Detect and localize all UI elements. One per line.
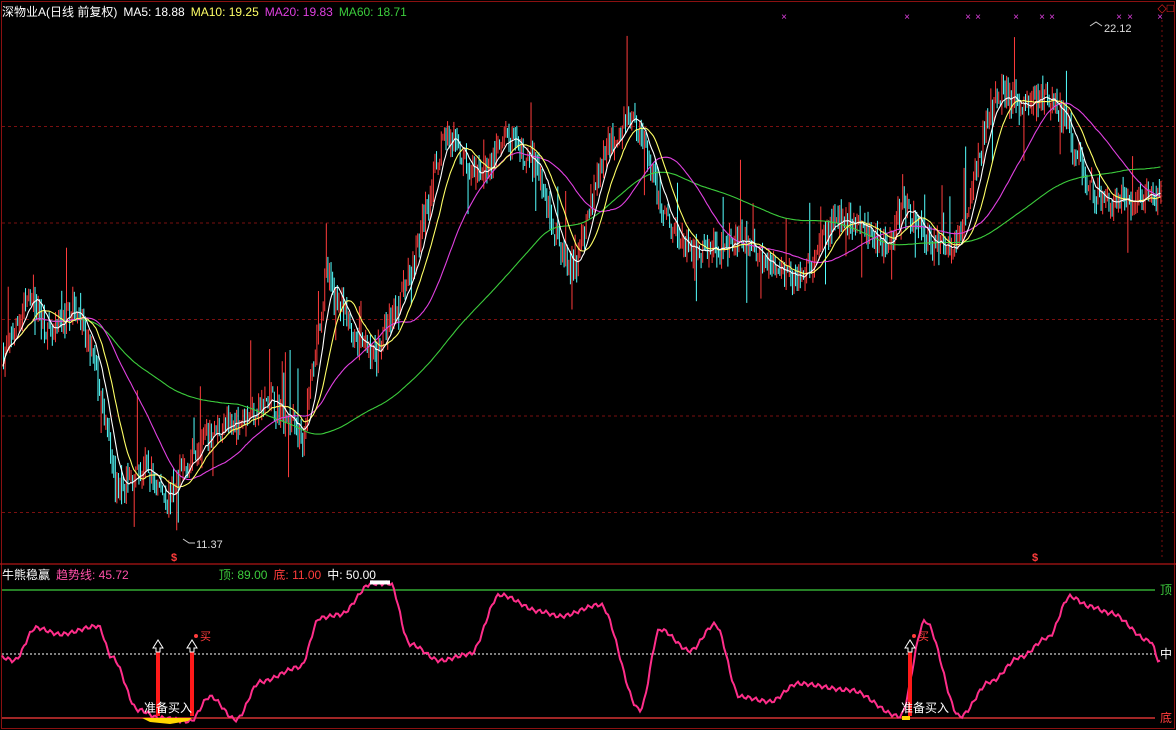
top-x-marker: × (1116, 12, 1122, 23)
high-label: 22.12 (1104, 23, 1132, 35)
moving-averages (2, 96, 1161, 496)
buy-label: 买 (200, 630, 211, 643)
top-x-marker: × (1013, 12, 1019, 23)
up-arrow-icon (904, 639, 916, 653)
ma5-label: MA5: 18.88 (123, 5, 185, 19)
top-x-marker: × (781, 12, 787, 23)
ma20-label: MA20: 19.83 (264, 5, 333, 19)
high-pointer (1089, 21, 1103, 27)
prepare-buy-label: 准备买入 (144, 701, 192, 715)
level-label: 顶 (1160, 583, 1172, 597)
outer-border (1, 1, 1175, 729)
window-controls-icon[interactable]: ◇□ (1158, 1, 1174, 15)
indicator-name: 牛熊稳赢 (2, 568, 51, 582)
ma60-label: MA60: 18.71 (338, 5, 407, 19)
price-header: 深物业A(日线 前复权) MA5: 18.88 MA10: 19.25 MA20: 1… (2, 3, 413, 20)
ma20-line (2, 102, 1161, 481)
candles (3, 35, 1162, 531)
top-x-marker: × (904, 12, 910, 23)
bottom-zone-fill (142, 718, 192, 724)
top-x-marker: × (965, 12, 971, 23)
level-label: 中 (1160, 646, 1172, 661)
buy-dot-icon (912, 634, 916, 638)
indicator-header: 牛熊稳赢 趋势线: 45.72 顶: 89.00 底: 11.00 中: 50.00 (2, 566, 382, 583)
top-x-marker: × (1127, 12, 1133, 23)
prepare-buy-label: 准备买入 (901, 701, 949, 715)
ma5-line (2, 96, 1161, 496)
bottom-zone-fill (902, 716, 910, 720)
top-x-marker: × (975, 12, 981, 23)
top-x-marker: × (1049, 12, 1055, 23)
bottom-dollar-marker: $ (1032, 552, 1038, 564)
level-label: 底 (1160, 710, 1172, 725)
low-label: 11.37 (196, 539, 223, 551)
bottom-dollar-marker: $ (171, 552, 177, 564)
bottom-level-label: 底: 11.00 (273, 568, 322, 582)
ma10-label: MA10: 19.25 (190, 5, 259, 19)
grid (0, 1, 1176, 729)
buy-dot-icon (194, 634, 198, 638)
up-arrow-icon (186, 639, 198, 653)
stock-name: 深物业A(日线 前复权) (2, 5, 118, 19)
mid-level-label: 中: 50.00 (327, 568, 376, 582)
buy-label: 买 (918, 630, 929, 643)
low-pointer (182, 538, 195, 544)
up-arrow-icon (152, 639, 164, 653)
top-level-label: 顶: 89.00 (218, 568, 268, 582)
trend-label: 趋势线: 45.72 (56, 568, 129, 582)
top-x-marker: × (1039, 12, 1045, 23)
indicator-panel: 顶中底 买准备买入 买准备买入 (1, 579, 1172, 725)
ma10-line (2, 99, 1161, 488)
ma60-line (2, 166, 1161, 435)
chart-frame: × × × × × × × × × ×$ $22.1211.37 顶中底买准备买入买准备买入 (0, 1, 1176, 729)
